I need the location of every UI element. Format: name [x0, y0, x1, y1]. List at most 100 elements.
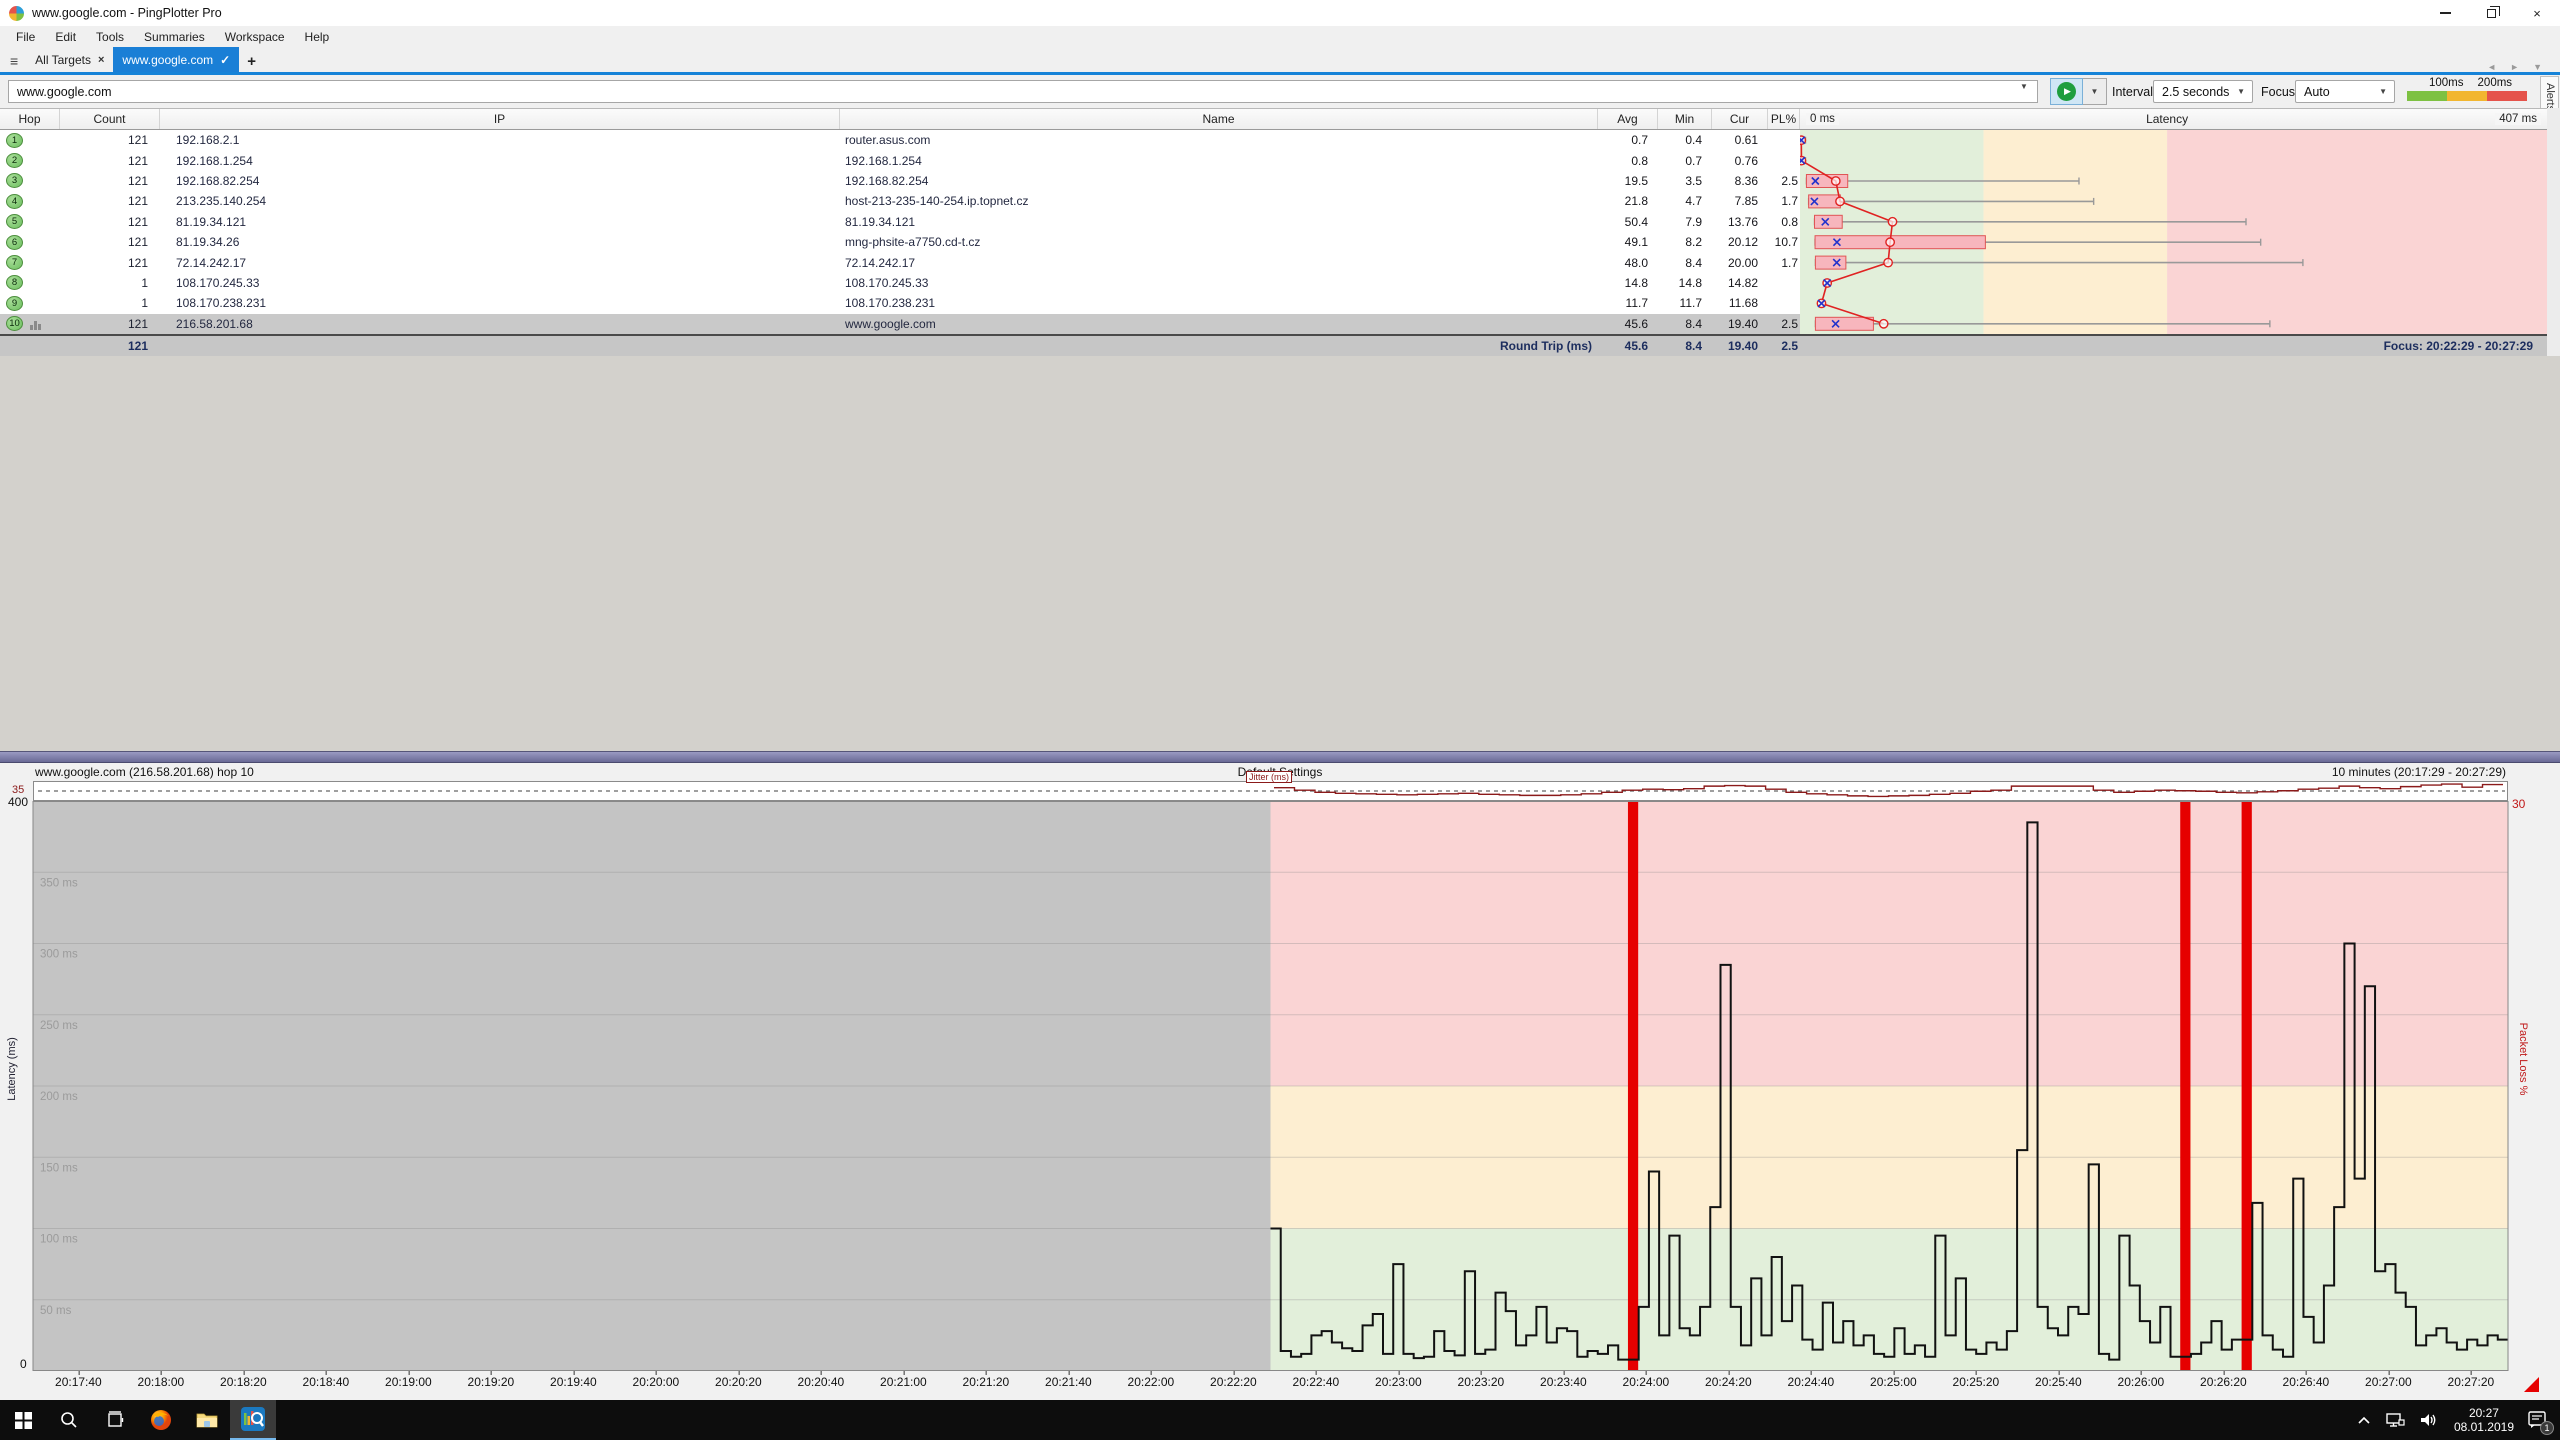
taskbar-clock[interactable]: 20:27 08.01.2019: [2446, 1400, 2522, 1440]
target-dropdown-icon[interactable]: ▼: [2020, 82, 2028, 91]
focus-select[interactable]: Auto ▼: [2295, 80, 2395, 103]
tab-list-icon[interactable]: ▼: [2533, 62, 2542, 72]
tab-scroll-right-icon[interactable]: ►: [2510, 62, 2519, 72]
network-tray-icon[interactable]: [2378, 1400, 2412, 1440]
cell-ip: 192.168.2.1: [160, 133, 840, 147]
firefox-icon: [150, 1409, 172, 1431]
trace-options-dropdown[interactable]: ▼: [2083, 78, 2107, 105]
start-button[interactable]: [0, 1400, 46, 1440]
x-tick-label: 20:24:40: [1788, 1375, 1835, 1389]
cell-avg: 45.6: [1598, 317, 1658, 331]
restore-button[interactable]: [2468, 0, 2514, 26]
taskbar-search-button[interactable]: [46, 1400, 92, 1440]
svg-text:300 ms: 300 ms: [40, 949, 78, 961]
hop-number-badge: 5: [6, 214, 23, 229]
cell-pl: 0.8: [1768, 215, 1800, 229]
menu-file[interactable]: File: [6, 28, 45, 46]
col-header-latency[interactable]: 0 ms Latency 407 ms: [1800, 109, 2547, 129]
hamburger-menu-icon[interactable]: ≡: [0, 53, 26, 72]
new-tab-button[interactable]: +: [239, 53, 264, 72]
x-tick-label: 20:22:40: [1293, 1375, 1340, 1389]
tab-scroll-left-icon[interactable]: ◄: [2487, 62, 2496, 72]
cell-pl: 2.5: [1768, 317, 1800, 331]
x-tick-label: 20:25:00: [1870, 1375, 1917, 1389]
table-header: Hop Count IP Name Avg Min Cur PL% 0 ms L…: [0, 108, 2547, 130]
pingplotter-taskbar-icon[interactable]: [230, 1400, 276, 1440]
cell-cur: 7.85: [1712, 194, 1768, 208]
focus-range-text: Focus: 20:22:29 - 20:27:29: [1800, 339, 2547, 353]
col-header-min[interactable]: Min: [1658, 109, 1712, 129]
focus-value: Auto: [2304, 85, 2330, 99]
x-tick-label: 20:20:40: [798, 1375, 845, 1389]
latency-timeline-graph[interactable]: 350 ms300 ms250 ms200 ms150 ms100 ms50 m…: [0, 801, 2560, 1371]
x-tick-label: 20:19:20: [468, 1375, 515, 1389]
col-header-cur[interactable]: Cur: [1712, 109, 1768, 129]
legend-red-segment: [2487, 91, 2527, 101]
cell-name: 192.168.82.254: [840, 174, 1598, 188]
tray-chevron-up-icon[interactable]: [2350, 1400, 2378, 1440]
legend-100ms-label: 100ms: [2429, 77, 2464, 89]
col-header-hop[interactable]: Hop: [0, 109, 60, 129]
firefox-taskbar-icon[interactable]: [138, 1400, 184, 1440]
cell-min: 8.4: [1658, 317, 1712, 331]
pane-splitter-handle[interactable]: [0, 751, 2560, 763]
table-row[interactable]: 1121192.168.2.1router.asus.com0.70.40.61: [0, 130, 1800, 150]
col-header-count[interactable]: Count: [60, 109, 160, 129]
latency-scale-max-label: 407 ms: [2495, 113, 2541, 125]
empty-workspace-pane: [0, 356, 2560, 751]
minimize-button[interactable]: [2422, 0, 2468, 26]
menu-help[interactable]: Help: [295, 28, 340, 46]
action-center-button[interactable]: 1: [2522, 1400, 2560, 1440]
table-row[interactable]: 81108.170.245.33108.170.245.3314.814.814…: [0, 273, 1800, 293]
col-header-ip[interactable]: IP: [160, 109, 840, 129]
col-header-avg[interactable]: Avg: [1598, 109, 1658, 129]
table-row[interactable]: 10121216.58.201.68www.google.com45.68.41…: [0, 314, 1800, 334]
table-row[interactable]: 4121213.235.140.254host-213-235-140-254.…: [0, 191, 1800, 211]
table-right-gutter: [2547, 108, 2560, 356]
table-row[interactable]: 2121192.168.1.254192.168.1.2540.80.70.76: [0, 150, 1800, 170]
minimize-icon: [2440, 12, 2451, 14]
tab-all-targets-label: All Targets: [35, 53, 91, 67]
task-view-button[interactable]: [92, 1400, 138, 1440]
cell-name: mng-phsite-a7750.cd-t.cz: [840, 235, 1598, 249]
x-tick-label: 20:25:40: [2035, 1375, 2082, 1389]
tab-all-targets[interactable]: All Targets ×: [26, 47, 113, 72]
col-header-pl[interactable]: PL%: [1768, 109, 1800, 129]
table-row[interactable]: 712172.14.242.1772.14.242.1748.08.420.00…: [0, 252, 1800, 272]
menu-tools[interactable]: Tools: [86, 28, 134, 46]
table-row[interactable]: 3121192.168.82.254192.168.82.25419.53.58…: [0, 171, 1800, 191]
cell-count: 121: [60, 235, 160, 249]
latency-minigraph[interactable]: [1800, 130, 2547, 334]
cell-min: 11.7: [1658, 296, 1712, 310]
cell-ip: 81.19.34.121: [160, 215, 840, 229]
hop-number-badge: 3: [6, 173, 23, 188]
table-row[interactable]: 512181.19.34.12181.19.34.12150.47.913.76…: [0, 212, 1800, 232]
close-button[interactable]: ×: [2514, 0, 2560, 26]
file-explorer-taskbar-icon[interactable]: [184, 1400, 230, 1440]
cell-min: 14.8: [1658, 276, 1712, 290]
x-tick-label: 20:21:20: [963, 1375, 1010, 1389]
interval-select[interactable]: 2.5 seconds ▼: [2153, 80, 2253, 103]
target-address-input[interactable]: [8, 80, 2038, 103]
timeline-panel: www.google.com (216.58.201.68) hop 10 De…: [0, 763, 2560, 1400]
cell-ip: 192.168.82.254: [160, 174, 840, 188]
menu-edit[interactable]: Edit: [45, 28, 86, 46]
cell-pl: 10.7: [1768, 235, 1800, 249]
menu-workspace[interactable]: Workspace: [215, 28, 295, 46]
timeline-range-title[interactable]: 10 minutes (20:17:29 - 20:27:29): [2332, 765, 2506, 779]
menu-summaries[interactable]: Summaries: [134, 28, 215, 46]
summary-min: 8.4: [1658, 339, 1712, 353]
summary-pl: 2.5: [1768, 339, 1800, 353]
tab-close-icon[interactable]: ×: [98, 54, 104, 66]
table-row[interactable]: 612181.19.34.26mng-phsite-a7750.cd-t.cz4…: [0, 232, 1800, 252]
start-trace-button[interactable]: ▶: [2050, 78, 2083, 105]
x-tick-label: 20:23:00: [1375, 1375, 1422, 1389]
table-row[interactable]: 91108.170.238.231108.170.238.23111.711.7…: [0, 293, 1800, 313]
toolbar: ▼ ▶ ▼ Interval 2.5 seconds ▼ Focus Auto …: [0, 75, 2560, 108]
col-header-name[interactable]: Name: [840, 109, 1598, 129]
volume-tray-icon[interactable]: [2412, 1400, 2446, 1440]
title-bar: www.google.com - PingPlotter Pro ×: [0, 0, 2560, 26]
cell-avg: 14.8: [1598, 276, 1658, 290]
tab-www-google-com[interactable]: www.google.com ✓: [113, 47, 239, 72]
x-tick-label: 20:19:40: [550, 1375, 597, 1389]
